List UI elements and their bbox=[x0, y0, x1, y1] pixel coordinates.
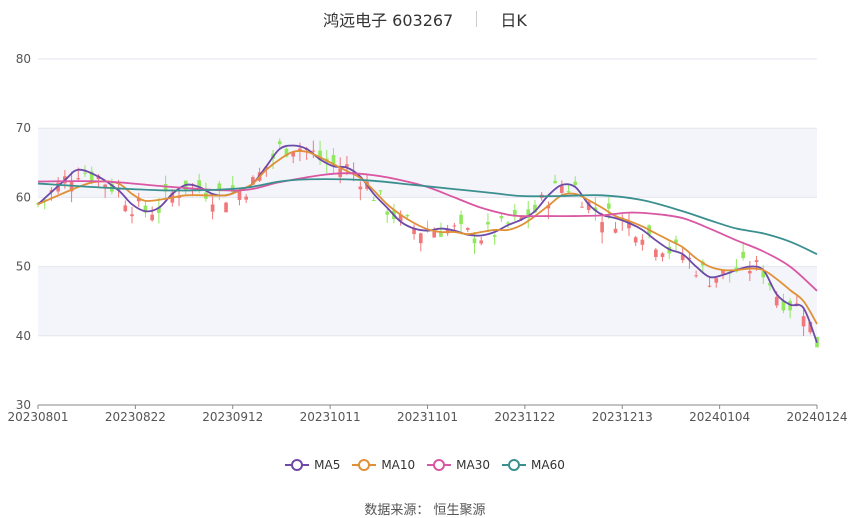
candle-body bbox=[600, 222, 604, 233]
x-tick-label: 20230801 bbox=[7, 410, 68, 424]
candle-body bbox=[358, 186, 363, 190]
candle-body bbox=[210, 204, 215, 212]
candle-body bbox=[459, 214, 463, 225]
data-source: 数据来源： 恒生聚源 bbox=[364, 503, 486, 518]
candle-body bbox=[566, 191, 571, 193]
candle-body bbox=[405, 214, 410, 217]
candle-body bbox=[76, 178, 81, 180]
candle-body bbox=[640, 239, 645, 245]
candle-body bbox=[224, 202, 228, 213]
legend-item-ma10[interactable]: MA10 bbox=[352, 458, 415, 472]
candle-body bbox=[479, 240, 484, 244]
candle-body bbox=[371, 200, 376, 202]
candle-body bbox=[748, 270, 752, 274]
y-tick-label: 40 bbox=[16, 329, 31, 343]
candle-body bbox=[613, 228, 618, 233]
candle-body bbox=[774, 296, 779, 306]
y-tick-label: 50 bbox=[16, 260, 31, 274]
candle-body bbox=[150, 214, 154, 221]
x-tick-label: 20231213 bbox=[592, 410, 653, 424]
legend-label: MA60 bbox=[531, 458, 565, 472]
x-tick-label: 20231101 bbox=[397, 410, 458, 424]
candle-body bbox=[559, 185, 564, 193]
x-tick-label: 20231011 bbox=[300, 410, 361, 424]
candle-body bbox=[499, 216, 504, 219]
legend-label: MA30 bbox=[456, 458, 491, 472]
candle-body bbox=[606, 203, 611, 209]
candle-body bbox=[553, 180, 557, 184]
legend-marker-icon bbox=[427, 459, 452, 471]
candle-body bbox=[573, 181, 578, 186]
candle-body bbox=[801, 316, 806, 327]
candle-body bbox=[512, 210, 517, 216]
candle-body bbox=[741, 251, 745, 259]
x-tick-label: 20240104 bbox=[689, 410, 750, 424]
candle-body bbox=[492, 235, 497, 237]
legend: MA5 MA10 MA30 MA60 bbox=[0, 458, 850, 475]
x-tick-label: 20240124 bbox=[786, 410, 847, 424]
x-tick-label: 20230912 bbox=[202, 410, 263, 424]
candle-body bbox=[123, 205, 128, 212]
candle-body bbox=[694, 275, 698, 277]
candle-body bbox=[633, 237, 638, 243]
candle-body bbox=[418, 233, 423, 244]
y-tick-label: 60 bbox=[16, 190, 31, 204]
legend-marker-icon bbox=[352, 459, 377, 471]
y-tick-label: 80 bbox=[16, 52, 31, 66]
candle-body bbox=[714, 278, 719, 283]
legend-item-ma5[interactable]: MA5 bbox=[285, 458, 340, 472]
y-tick-label: 70 bbox=[16, 121, 31, 135]
x-tick-label: 20231122 bbox=[494, 410, 555, 424]
candle-body bbox=[660, 253, 665, 257]
candle-body bbox=[707, 285, 712, 287]
x-tick-label: 20230822 bbox=[105, 410, 166, 424]
candle-body bbox=[486, 221, 490, 225]
candle-body bbox=[83, 172, 87, 174]
candle-body bbox=[653, 249, 658, 257]
candle-body bbox=[452, 225, 457, 227]
candle-body bbox=[130, 214, 134, 217]
grid-band bbox=[38, 266, 817, 336]
candle-body bbox=[277, 141, 282, 145]
kline-chart: 30405060708020230801 20230822 20230912 2023… bbox=[7, 52, 847, 424]
candle-body bbox=[311, 150, 316, 152]
candle-body bbox=[345, 164, 349, 167]
candle-body bbox=[244, 196, 249, 200]
legend-label: MA5 bbox=[314, 458, 341, 472]
candle-body bbox=[432, 231, 437, 238]
legend-marker-icon bbox=[285, 459, 310, 471]
legend-label: MA10 bbox=[381, 458, 416, 472]
candle-body bbox=[754, 260, 759, 262]
candle-body bbox=[472, 238, 477, 244]
candle-body bbox=[385, 211, 390, 215]
legend-item-ma60[interactable]: MA60 bbox=[502, 458, 565, 472]
candle-body bbox=[378, 190, 383, 192]
legend-marker-icon bbox=[502, 459, 527, 471]
candle-body bbox=[580, 206, 584, 208]
legend-item-ma30[interactable]: MA30 bbox=[427, 458, 490, 472]
candle-body bbox=[465, 228, 470, 230]
